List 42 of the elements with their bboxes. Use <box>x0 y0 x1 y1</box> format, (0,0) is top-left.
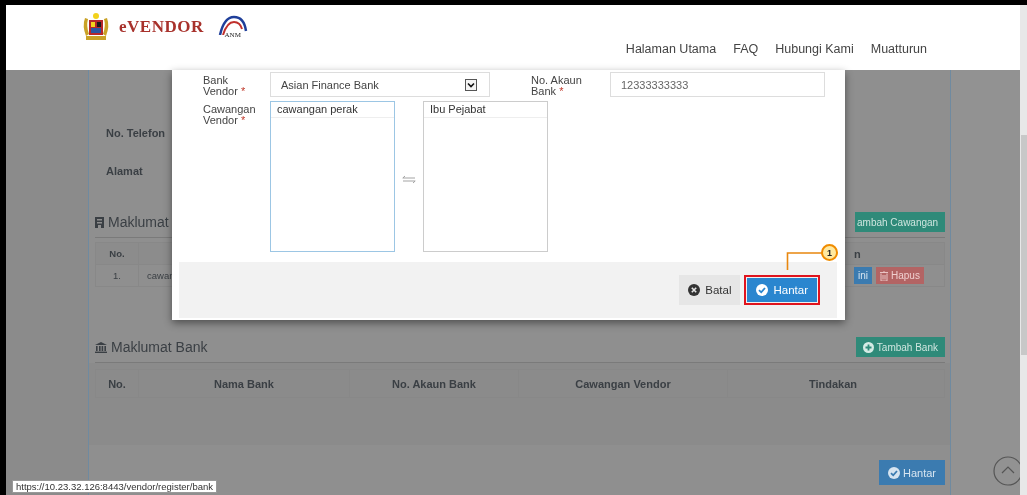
leader-line <box>786 252 822 270</box>
check-circle-icon <box>756 284 769 296</box>
bank-select[interactable]: Asian Finance Bank <box>270 72 490 97</box>
table-header: No. <box>96 370 139 397</box>
cancel-button[interactable]: Batal <box>679 275 741 305</box>
table-header: Tindakan <box>807 376 859 392</box>
trash-icon <box>880 270 888 281</box>
edit-button[interactable]: ini <box>854 267 872 284</box>
available-list[interactable]: cawangan perak <box>270 101 395 252</box>
table-header: Cawangan Vendor <box>519 370 728 397</box>
check-circle-icon <box>887 466 900 479</box>
table-header: n <box>853 247 862 260</box>
field-label: Alamat <box>106 165 144 177</box>
nav-link[interactable]: Hubungi Kami <box>775 42 854 56</box>
table-header: No. <box>96 243 139 264</box>
scrollbar[interactable] <box>1020 5 1027 495</box>
section-title: Maklumat Bank <box>111 339 208 355</box>
nav-link[interactable]: Muatturun <box>870 42 927 56</box>
field-label: Bank Vendor * <box>203 73 247 97</box>
plus-circle-icon <box>862 341 874 353</box>
submit-button[interactable]: Hantar <box>878 460 945 485</box>
swap-arrows-icon <box>402 175 416 184</box>
status-url: https://10.23.32.126:8443/vendor/register/bank <box>12 480 217 493</box>
nav-link[interactable]: FAQ <box>733 42 759 56</box>
nav-link[interactable]: Halaman Utama <box>625 42 717 56</box>
table-header: No. Akaun Bank <box>350 370 519 397</box>
table-cell: 1. <box>96 265 139 286</box>
bank-icon <box>95 341 107 353</box>
field-label: No. Akaun Bank * <box>531 73 583 97</box>
account-input[interactable]: 12333333333 <box>610 72 825 97</box>
building-icon <box>95 216 104 228</box>
chosen-list[interactable]: Ibu Pejabat <box>423 101 548 252</box>
list-item[interactable]: cawangan perak <box>271 102 394 118</box>
field-label: No. Telefon <box>106 127 167 139</box>
list-item[interactable]: Ibu Pejabat <box>424 102 547 118</box>
close-icon <box>688 284 701 296</box>
callout-badge: 1 <box>821 244 838 261</box>
field-label: Cawangan Vendor * <box>203 102 257 126</box>
logo-text: eVENDOR <box>119 17 204 37</box>
table-header: Nama Bank <box>139 370 350 397</box>
submit-button[interactable]: Hantar <box>747 278 817 302</box>
section-title: Maklumat <box>108 214 169 230</box>
